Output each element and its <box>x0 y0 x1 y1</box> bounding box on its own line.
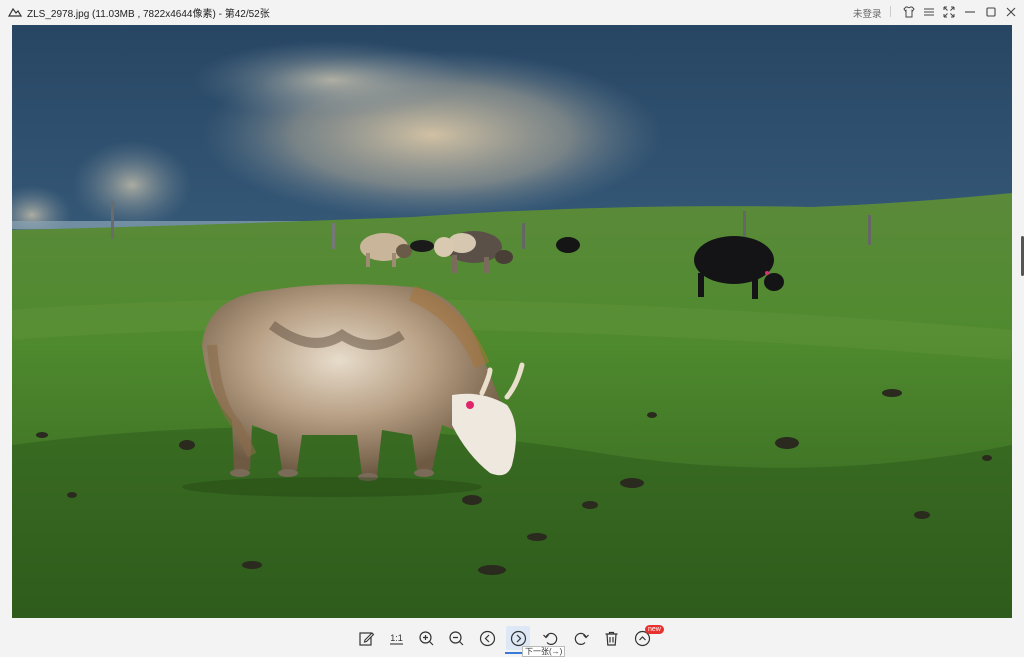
actual-size-icon[interactable]: 1:1 <box>384 626 408 650</box>
edit-icon[interactable] <box>354 626 378 650</box>
app-logo-icon <box>7 5 23 19</box>
next-tooltip: 下一张(→) <box>522 646 566 657</box>
login-link[interactable]: 未登录 <box>853 6 882 20</box>
yak-meadow-photo <box>12 25 1012 618</box>
previous-icon[interactable] <box>475 626 499 650</box>
title-bar: ZLS_2978.jpg (11.03MB , 7822x4644像素) - 第… <box>0 0 1024 24</box>
zoom-out-icon[interactable] <box>444 626 468 650</box>
delete-icon[interactable] <box>599 626 623 650</box>
window-title: ZLS_2978.jpg (11.03MB , 7822x4644像素) - 第… <box>27 9 270 20</box>
maximize-icon[interactable] <box>984 5 998 19</box>
zoom-in-icon[interactable] <box>414 626 438 650</box>
divider <box>890 6 891 17</box>
minimize-icon[interactable] <box>963 5 977 19</box>
menu-icon[interactable] <box>922 5 936 19</box>
close-icon[interactable] <box>1004 5 1018 19</box>
photo-canvas[interactable] <box>12 25 1012 618</box>
actual-size-label: 1:1 <box>390 633 403 643</box>
bottom-toolbar: 1:1 <box>0 618 1024 655</box>
rotate-right-icon[interactable] <box>569 626 593 650</box>
skin-icon[interactable] <box>902 5 916 19</box>
new-badge: new <box>645 625 664 634</box>
fullscreen-icon[interactable] <box>942 5 956 19</box>
